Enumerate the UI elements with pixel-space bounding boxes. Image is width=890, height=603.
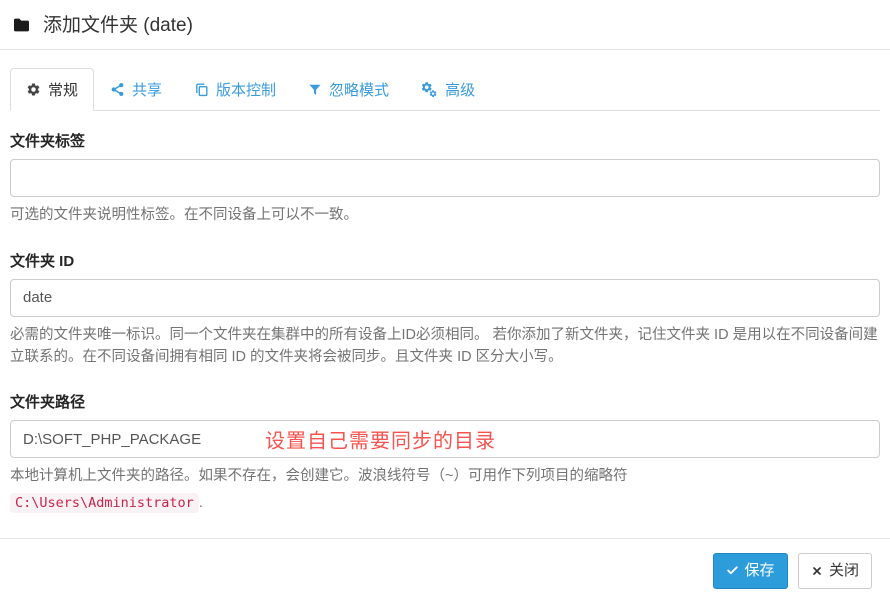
folder-label-input[interactable] (10, 159, 880, 197)
folder-label-label: 文件夹标签 (10, 130, 880, 151)
tab-label: 版本控制 (216, 79, 276, 100)
add-folder-dialog: 添加文件夹 (date) 常规 共享 版本控制 (0, 0, 890, 580)
folder-id-group: 文件夹 ID 必需的文件夹唯一标识。同一个文件夹在集群中的所有设备上ID必须相同… (10, 250, 880, 369)
tab-ignores[interactable]: 忽略模式 (292, 68, 405, 111)
tab-versioning[interactable]: 版本控制 (178, 68, 292, 111)
folder-id-input[interactable] (10, 279, 880, 317)
dialog-title: 添加文件夹 (date) (43, 10, 193, 37)
help-suffix: . (199, 495, 203, 511)
folder-path-input[interactable] (10, 420, 880, 458)
share-icon (110, 82, 125, 97)
save-button[interactable]: 保存 (713, 553, 788, 589)
copy-icon (194, 82, 209, 97)
tab-bar: 常规 共享 版本控制 忽略模式 (10, 68, 880, 111)
tab-sharing[interactable]: 共享 (94, 68, 178, 111)
check-icon (726, 564, 739, 577)
tab-label: 高级 (445, 79, 475, 100)
folder-id-label: 文件夹 ID (10, 250, 880, 271)
folder-path-label: 文件夹路径 (10, 391, 880, 412)
filter-icon (308, 83, 322, 97)
home-path-code: C:\Users\Administrator (10, 493, 199, 513)
folder-label-help: 可选的文件夹说明性标签。在不同设备上可以不一致。 (10, 205, 880, 227)
close-button[interactable]: 关闭 (798, 553, 872, 589)
folder-path-group: 文件夹路径 设置自己需要同步的目录 本地计算机上文件夹的路径。如果不存在，会创建… (10, 391, 880, 515)
dialog-body: 常规 共享 版本控制 忽略模式 (0, 50, 890, 538)
tab-label: 常规 (48, 79, 78, 100)
dialog-header: 添加文件夹 (date) (0, 0, 890, 50)
general-tab-panel: 文件夹标签 可选的文件夹说明性标签。在不同设备上可以不一致。 文件夹 ID 必需… (10, 111, 880, 515)
tab-label: 忽略模式 (329, 79, 389, 100)
folder-path-help-text: 本地计算机上文件夹的路径。如果不存在，会创建它。波浪线符号（~）可用作下列项目的… (10, 466, 880, 488)
gears-icon (421, 82, 438, 98)
folder-path-help: 本地计算机上文件夹的路径。如果不存在，会创建它。波浪线符号（~）可用作下列项目的… (10, 466, 880, 515)
folder-icon (11, 16, 32, 34)
tab-advanced[interactable]: 高级 (405, 68, 491, 111)
dialog-footer: 保存 关闭 (0, 538, 890, 603)
save-button-label: 保存 (745, 562, 775, 580)
tab-label: 共享 (132, 79, 162, 100)
close-button-label: 关闭 (829, 562, 859, 580)
folder-id-help: 必需的文件夹唯一标识。同一个文件夹在集群中的所有设备上ID必须相同。 若你添加了… (10, 325, 880, 369)
tab-general[interactable]: 常规 (10, 68, 94, 111)
folder-label-group: 文件夹标签 可选的文件夹说明性标签。在不同设备上可以不一致。 (10, 130, 880, 227)
gear-icon (26, 82, 41, 97)
close-icon (811, 565, 823, 577)
